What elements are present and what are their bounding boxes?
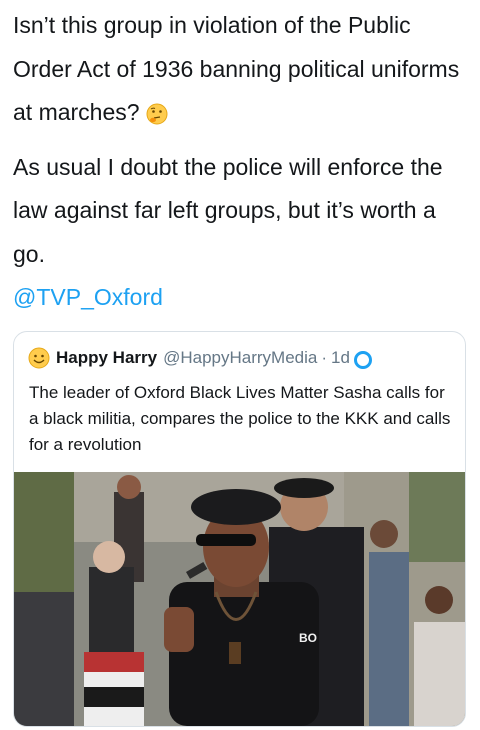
avatar-icon[interactable] [28, 347, 50, 369]
quoted-tweet-header: Happy Harry @HappyHarryMedia · 1d [28, 346, 372, 370]
quoted-tweet-card[interactable]: Happy Harry @HappyHarryMedia · 1d The le… [13, 331, 466, 727]
quoted-tweet-text: The leader of Oxford Black Lives Matter … [29, 383, 451, 454]
tweet-text-1: Isn’t this group in violation of the Pub… [13, 12, 460, 125]
shirt-text: BO [299, 631, 317, 645]
quoted-handle[interactable]: @HappyHarryMedia [163, 348, 317, 368]
tweet-paragraph: As usual I doubt the police will enforce… [13, 146, 473, 320]
meta-separator: · [321, 348, 328, 367]
mention-link[interactable]: @TVP_Oxford [13, 284, 163, 310]
quoted-tweet-photo[interactable]: BO [14, 472, 465, 726]
quoted-display-name[interactable]: Happy Harry [56, 348, 157, 368]
quoted-timestamp[interactable]: 1d [331, 348, 350, 368]
tweet-body: Isn’t this group in violation of the Pub… [13, 4, 473, 320]
thinking-face-icon [146, 96, 168, 140]
status-ring-icon [353, 351, 372, 369]
tweet-paragraph: Isn’t this group in violation of the Pub… [13, 4, 473, 140]
tweet-text-2: As usual I doubt the police will enforce… [13, 153, 443, 267]
